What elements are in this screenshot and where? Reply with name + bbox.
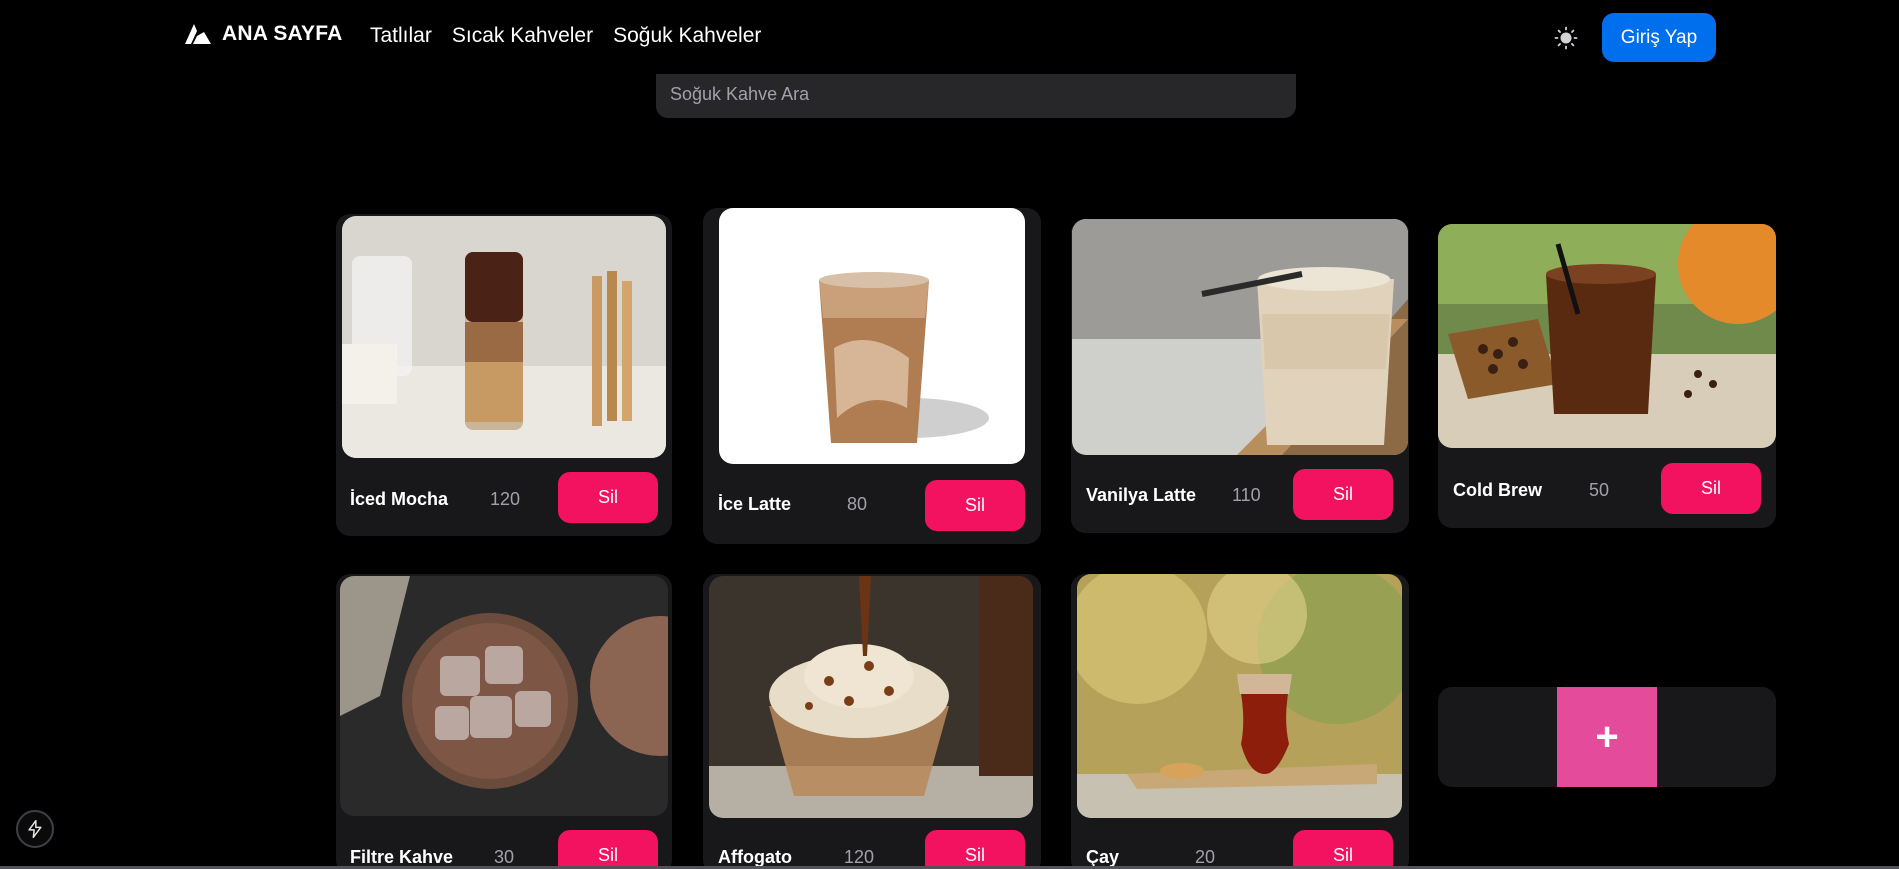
product-card: Affogato 120 Sil: [703, 574, 1041, 869]
product-name: Affogato: [718, 847, 792, 867]
delete-button[interactable]: Sil: [558, 830, 658, 869]
product-price: 30: [494, 847, 515, 867]
dev-indicator-button[interactable]: [16, 810, 54, 848]
delete-button[interactable]: Sil: [1661, 463, 1761, 514]
delete-button[interactable]: Sil: [558, 472, 658, 523]
search-input[interactable]: [670, 84, 1282, 105]
brand-logo-icon: [185, 24, 211, 44]
lightning-icon: [28, 819, 42, 839]
sun-icon: [1554, 26, 1578, 50]
product-price: 80: [847, 494, 868, 514]
product-image: [1077, 574, 1402, 818]
product-card: Cold Brew 50 Sil: [1438, 224, 1776, 528]
product-name: Cold Brew: [1453, 480, 1543, 500]
brand-title: ANA SAYFA: [222, 22, 343, 45]
add-product-card: +: [1438, 687, 1776, 787]
delete-button[interactable]: Sil: [925, 480, 1025, 531]
product-name: Filtre Kahve: [350, 847, 454, 867]
product-name: Çay: [1086, 847, 1120, 867]
product-image: [1072, 219, 1408, 455]
delete-button[interactable]: Sil: [1293, 830, 1393, 869]
product-card: Filtre Kahve 30 Sil: [336, 574, 672, 869]
product-name: Vanilya Latte: [1086, 485, 1197, 505]
nav-link-sicak-kahveler[interactable]: Sıcak Kahveler: [452, 24, 593, 48]
product-price: 20: [1195, 847, 1216, 867]
delete-button[interactable]: Sil: [925, 830, 1025, 869]
product-card: Çay 20 Sil: [1071, 574, 1409, 869]
product-image: [719, 208, 1025, 464]
nav-link-tatlilar[interactable]: Tatlılar: [370, 24, 432, 48]
search-box: [656, 74, 1296, 118]
product-card: İced Mocha 120 Sil: [336, 214, 672, 536]
nav-link-soguk-kahveler[interactable]: Soğuk Kahveler: [613, 24, 761, 48]
product-image: [342, 216, 666, 458]
product-price: 50: [1589, 480, 1610, 500]
product-price: 110: [1232, 485, 1261, 505]
product-name: İced Mocha: [350, 489, 449, 509]
product-image: [709, 576, 1033, 818]
brand-link[interactable]: ANA SAYFA: [184, 22, 342, 46]
product-image: [1438, 224, 1776, 448]
nav-links: Tatlılar Sıcak Kahveler Soğuk Kahveler: [370, 24, 761, 48]
navbar: ANA SAYFA Tatlılar Sıcak Kahveler Soğuk …: [0, 0, 1899, 74]
product-name: İce Latte: [718, 494, 792, 514]
add-product-button[interactable]: +: [1557, 687, 1657, 787]
product-price: 120: [490, 489, 521, 509]
product-card: İce Latte 80 Sil: [703, 208, 1041, 544]
product-card: Vanilya Latte 110 Sil: [1071, 219, 1409, 533]
product-image: [340, 576, 668, 816]
login-button[interactable]: Giriş Yap: [1602, 13, 1716, 62]
product-price: 120: [844, 847, 875, 867]
delete-button[interactable]: Sil: [1293, 469, 1393, 520]
theme-toggle-button[interactable]: [1552, 24, 1580, 52]
